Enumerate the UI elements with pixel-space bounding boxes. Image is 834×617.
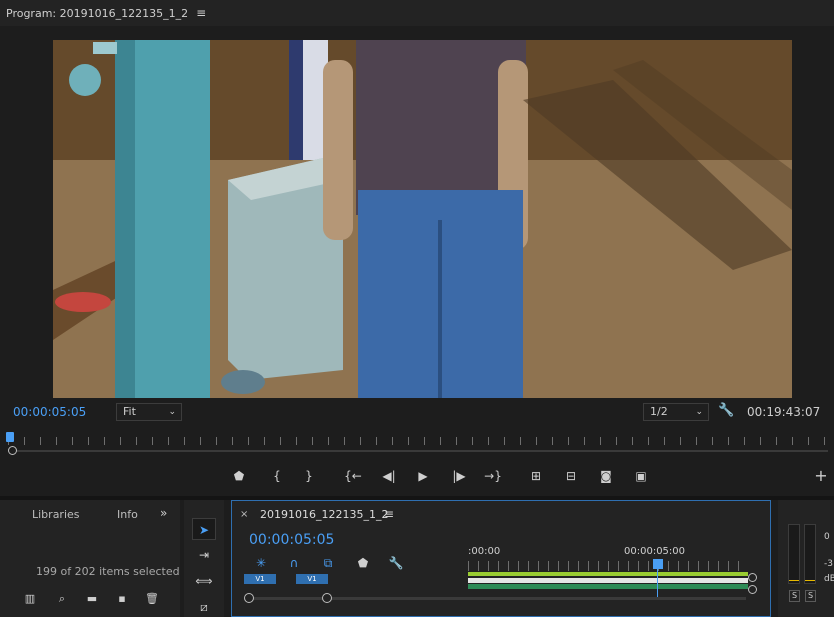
track-select-tool-icon[interactable]: ⇥ <box>192 544 216 566</box>
project-panel: Libraries Info » 199 of 202 items select… <box>0 500 180 617</box>
monitor-zoom-scrollbar[interactable] <box>8 450 828 452</box>
mark-out-icon[interactable]: } <box>298 466 320 486</box>
go-to-out-icon[interactable]: →} <box>482 466 504 486</box>
extract-icon[interactable]: ⊟ <box>560 466 582 486</box>
go-to-in-icon[interactable]: {← <box>342 466 364 486</box>
track-scroll-handle[interactable] <box>748 585 757 594</box>
playback-resolution-select[interactable]: 1/2 ⌄ <box>643 403 709 421</box>
timeline-playhead[interactable] <box>653 559 663 569</box>
zoom-fit-value: Fit <box>123 405 136 418</box>
search-icon[interactable]: ⌕ <box>54 592 70 606</box>
project-panel-toolbar: ▥ ⌕ ▬ ▪ 🗑 <box>22 592 162 608</box>
meter-scale-3: -3 <box>824 559 833 569</box>
program-monitor-viewer <box>0 26 834 402</box>
timeline-timecode[interactable]: 00:00:05:05 <box>249 532 334 548</box>
nest-sequence-icon[interactable]: ✳ <box>252 556 270 572</box>
snap-icon[interactable]: ∩ <box>285 556 303 572</box>
target-track-v1[interactable]: V1 <box>296 574 328 584</box>
more-panels-icon[interactable]: » <box>160 506 167 520</box>
trash-icon[interactable]: 🗑 <box>144 592 160 606</box>
audio-clip[interactable] <box>468 584 748 589</box>
settings-wrench-icon[interactable]: 🔧 <box>718 403 736 421</box>
new-item-icon[interactable]: ▪ <box>114 592 130 606</box>
hamburger-menu-icon[interactable]: ≡ <box>196 6 206 20</box>
timeline-panel: × 20191016_122135_1_2 ≡ 00:00:05:05 ✳ ∩ … <box>231 500 771 617</box>
step-forward-icon[interactable]: |▶ <box>448 466 470 486</box>
timeline-ruler[interactable] <box>468 561 748 571</box>
add-button-icon[interactable]: + <box>810 466 832 486</box>
zoom-fit-select[interactable]: Fit ⌄ <box>116 403 182 421</box>
linked-selection-icon[interactable]: ⧉ <box>319 556 337 572</box>
track-scroll-handle[interactable] <box>748 573 757 582</box>
ruler-mark-label: 00:00:05:00 <box>624 546 686 557</box>
monitor-timecode-bar: 00:00:05:05 Fit ⌄ 1/2 ⌄ 🔧 00:19:43:07 <box>0 402 834 424</box>
solo-right-button[interactable]: S <box>805 590 816 602</box>
sequence-duration: 00:19:43:07 <box>747 405 821 419</box>
video-frame[interactable] <box>53 40 792 398</box>
timeline-zoom-scrollbar[interactable] <box>246 597 746 600</box>
tools-panel: ➤ ⇥ ⟺ ⧄ <box>184 500 224 617</box>
list-view-icon[interactable]: ▥ <box>22 592 38 606</box>
add-marker-icon[interactable]: ⬟ <box>354 556 372 572</box>
chevron-down-icon: ⌄ <box>695 407 703 417</box>
add-marker-icon[interactable]: ⬟ <box>228 466 250 486</box>
new-bin-icon[interactable]: ▬ <box>84 592 100 606</box>
render-bar <box>468 572 748 576</box>
zoom-handle-left[interactable] <box>244 593 254 603</box>
source-track-v1[interactable]: V1 <box>244 574 276 584</box>
transport-controls: ⬟ { } {← ◀| ▶ |▶ →} ⊞ ⊟ ◙ ▣ + <box>0 462 834 490</box>
playhead-timecode[interactable]: 00:00:05:05 <box>13 405 86 419</box>
settings-wrench-icon[interactable]: 🔧 <box>387 556 405 572</box>
lift-icon[interactable]: ⊞ <box>525 466 547 486</box>
audio-meter: 0 -3 dB S S <box>778 500 834 617</box>
playback-resolution-value: 1/2 <box>650 405 668 418</box>
selection-tool-icon[interactable]: ➤ <box>192 518 216 540</box>
sequence-tab-name[interactable]: 20191016_122135_1_2 <box>260 508 388 521</box>
zoom-handle-right[interactable] <box>322 593 332 603</box>
tab-info[interactable]: Info <box>117 508 138 521</box>
meter-scale-0: 0 <box>824 532 830 542</box>
play-icon[interactable]: ▶ <box>412 466 434 486</box>
solo-left-button[interactable]: S <box>789 590 800 602</box>
export-frame-icon[interactable]: ◙ <box>595 466 617 486</box>
video-frame-image <box>53 40 792 398</box>
hamburger-menu-icon[interactable]: ≡ <box>384 507 394 521</box>
monitor-time-ruler[interactable] <box>0 428 834 458</box>
program-monitor-title[interactable]: Program: 20191016_122135_1_2 <box>6 7 188 20</box>
video-clip[interactable] <box>468 578 748 583</box>
close-icon[interactable]: × <box>240 509 248 520</box>
items-selected-status: 199 of 202 items selected <box>36 565 180 578</box>
tab-libraries[interactable]: Libraries <box>32 508 80 521</box>
razor-tool-icon[interactable]: ⧄ <box>192 596 216 617</box>
program-monitor-header: Program: 20191016_122135_1_2 ≡ <box>0 0 834 26</box>
ruler-ticks <box>8 437 828 445</box>
ruler-start-label: :00:00 <box>468 546 501 557</box>
timeline-playhead-line <box>657 567 658 597</box>
chevron-down-icon: ⌄ <box>168 407 176 417</box>
meter-left-channel <box>788 524 800 584</box>
monitor-zoom-handle[interactable] <box>8 446 17 455</box>
step-back-icon[interactable]: ◀| <box>378 466 400 486</box>
meter-scale-db: dB <box>824 574 834 584</box>
meter-right-channel <box>804 524 816 584</box>
monitor-playhead[interactable] <box>6 432 14 442</box>
compare-view-icon[interactable]: ▣ <box>630 466 652 486</box>
mark-in-icon[interactable]: { <box>266 466 288 486</box>
ripple-edit-tool-icon[interactable]: ⟺ <box>192 570 216 592</box>
